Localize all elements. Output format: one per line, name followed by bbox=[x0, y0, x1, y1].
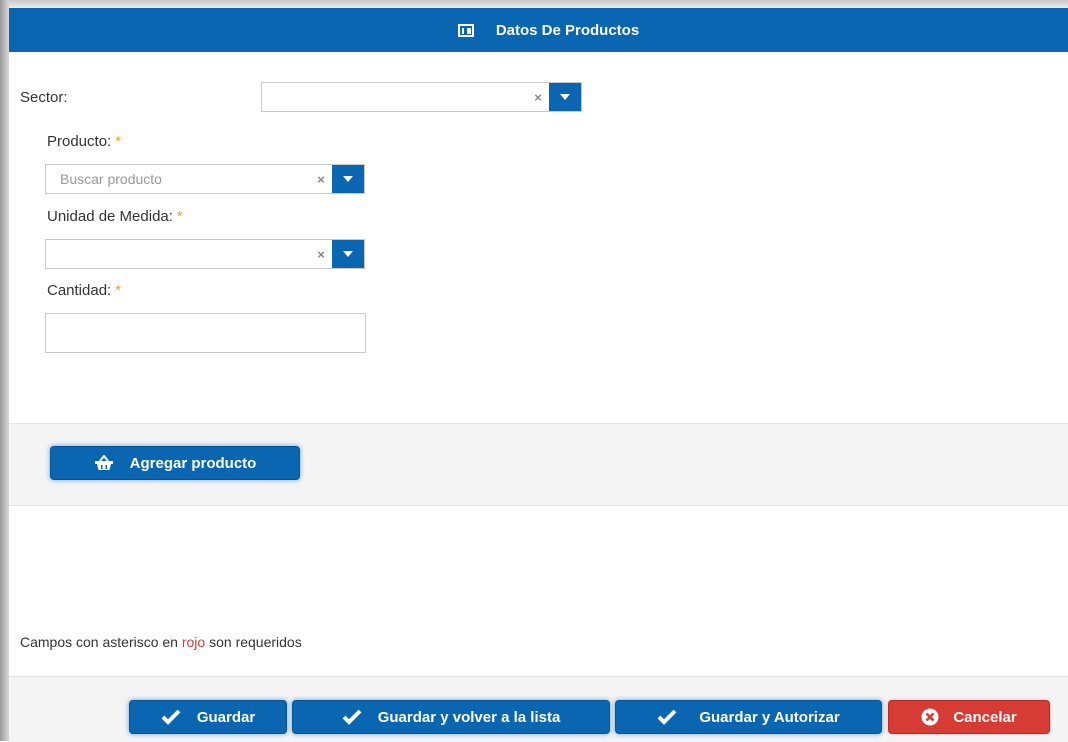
producto-placeholder: Buscar producto bbox=[60, 171, 162, 187]
unidad-select[interactable]: × bbox=[45, 239, 365, 269]
cancelar-button[interactable]: Cancelar bbox=[888, 700, 1050, 734]
cancelar-label: Cancelar bbox=[953, 708, 1017, 726]
basket-icon bbox=[94, 455, 114, 471]
cantidad-label-text: Cantidad: bbox=[47, 282, 112, 299]
guardar-volver-lista-button[interactable]: Guardar y volver a la lista bbox=[292, 700, 610, 734]
table-icon bbox=[457, 23, 474, 37]
add-product-button[interactable]: Agregar producto bbox=[50, 446, 300, 480]
sector-label: Sector: bbox=[20, 89, 68, 106]
producto-label: Producto: * bbox=[47, 133, 121, 150]
note-red-word: rojo bbox=[181, 634, 206, 650]
guardar-autorizar-label: Guardar y Autorizar bbox=[699, 708, 840, 726]
check-icon bbox=[342, 709, 362, 725]
sector-chevron-down-icon[interactable] bbox=[549, 83, 581, 111]
panel-title: Datos De Productos bbox=[495, 21, 640, 39]
check-icon bbox=[161, 709, 181, 725]
sector-select[interactable]: × bbox=[261, 82, 582, 112]
check-icon bbox=[657, 709, 677, 725]
window-top-border bbox=[0, 0, 1068, 8]
cantidad-label: Cantidad: * bbox=[47, 282, 121, 299]
close-circle-icon bbox=[921, 708, 939, 726]
unidad-label: Unidad de Medida: * bbox=[47, 208, 183, 225]
note-after: son requeridos bbox=[209, 634, 302, 650]
required-fields-note: Campos con asterisco en rojo son requeri… bbox=[20, 634, 302, 650]
guardar-volver-lista-label: Guardar y volver a la lista bbox=[377, 708, 561, 726]
guardar-label: Guardar bbox=[196, 708, 256, 726]
add-product-label: Agregar producto bbox=[129, 454, 257, 472]
unidad-chevron-down-icon[interactable] bbox=[332, 240, 364, 268]
guardar-button[interactable]: Guardar bbox=[129, 700, 287, 734]
producto-select[interactable]: Buscar producto × bbox=[45, 164, 365, 194]
producto-chevron-down-icon[interactable] bbox=[332, 165, 364, 193]
sector-clear-icon[interactable]: × bbox=[527, 90, 549, 105]
cantidad-required-mark: * bbox=[115, 282, 122, 299]
panel-header: Datos De Productos bbox=[9, 8, 1068, 52]
guardar-autorizar-button[interactable]: Guardar y Autorizar bbox=[615, 700, 882, 734]
producto-required-mark: * bbox=[115, 133, 122, 150]
unidad-label-text: Unidad de Medida: bbox=[47, 208, 173, 225]
unidad-clear-icon[interactable]: × bbox=[310, 247, 332, 262]
producto-label-text: Producto: bbox=[47, 133, 112, 150]
cantidad-input[interactable] bbox=[45, 313, 366, 353]
unidad-required-mark: * bbox=[176, 208, 183, 225]
producto-clear-icon[interactable]: × bbox=[310, 172, 332, 187]
window-left-border bbox=[0, 0, 9, 741]
note-before: Campos con asterisco en bbox=[20, 634, 178, 650]
